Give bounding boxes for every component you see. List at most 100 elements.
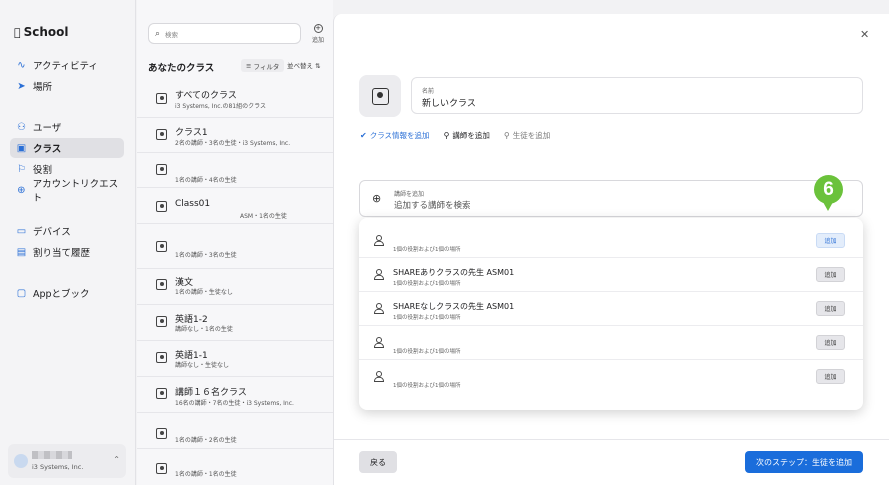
sidebar-item-apps-books[interactable]: ▢ Appとブック: [10, 283, 124, 303]
add-teacher-button[interactable]: 追加: [816, 301, 845, 316]
class-name: すべてのクラス: [175, 91, 237, 101]
plus-icon: +: [313, 24, 323, 33]
step-label: 講師を追加: [452, 131, 490, 140]
class-icon: [156, 93, 167, 104]
person-icon: [373, 337, 385, 348]
list-item[interactable]: 1名の講師・4名の生徒: [137, 153, 333, 188]
step-label: 生徒を追加: [512, 131, 551, 140]
sidebar-item-users[interactable]: ⚇ ユーザ: [10, 117, 124, 137]
account-org: i3 Systems, Inc.: [32, 463, 84, 471]
list-item[interactable]: 1名の講師・2名の生徒: [137, 413, 333, 449]
sort-button[interactable]: 並べ替え ⇅: [287, 60, 321, 70]
teacher-search-input[interactable]: ⊕ 講師を追加 追加する講師を検索: [359, 180, 863, 217]
next-step-button[interactable]: 次のステップ：生徒を追加: [745, 451, 863, 473]
add-teacher-button[interactable]: 追加: [816, 233, 845, 248]
add-class-button[interactable]: + 追加: [309, 24, 327, 44]
sidebar-item-account-requests[interactable]: ⊕ アカウントリクエスト: [10, 179, 124, 204]
person-icon: [373, 269, 385, 280]
sidebar-item-devices[interactable]: ▭ デバイス: [10, 221, 124, 241]
class-icon: [156, 164, 167, 175]
class-name-label: 名前: [422, 88, 435, 95]
class-meta: 1名の講師・1名の生徒: [175, 471, 237, 478]
laptop-icon: ▭: [16, 225, 27, 237]
class-list-title: あなたのクラス: [148, 63, 215, 74]
close-icon[interactable]: ✕: [860, 28, 869, 41]
add-teacher-button[interactable]: 追加: [816, 267, 845, 282]
flag-icon: ⚐: [17, 163, 26, 175]
sidebar-item-locations[interactable]: ➤ 場所: [10, 76, 124, 96]
class-icon: [156, 352, 167, 363]
teacher-name: SHAREありクラスの先生 ASM01: [393, 268, 515, 277]
account-switcher[interactable]: i3 Systems, Inc. ⌃: [8, 444, 126, 478]
class-meta: 2名の講師・3名の生徒・i3 Systems, Inc.: [175, 140, 291, 147]
class-name-field[interactable]: 名前 新しいクラス: [411, 77, 863, 114]
class-name: クラス1: [175, 128, 208, 138]
list-item[interactable]: 1名の講師・1名の生徒: [137, 449, 333, 485]
sidebar-item-label: ユーザ: [33, 123, 62, 134]
class-name-value: 新しいクラス: [422, 99, 476, 109]
search-placeholder: 検索: [165, 30, 179, 39]
teacher-meta: 1個の役割および1個の場所: [393, 315, 461, 321]
person-icon: [373, 235, 385, 246]
history-icon: ▤: [16, 246, 27, 258]
sidebar-item-label: アカウントリクエスト: [32, 179, 119, 204]
class-badge-icon: [371, 87, 389, 105]
sidebar-item-label: Appとブック: [33, 289, 90, 300]
sidebar-item-label: デバイス: [33, 227, 71, 238]
step-add-teachers[interactable]: ⚲ 講師を追加: [444, 130, 490, 141]
bottom-strip: [0, 485, 889, 500]
list-item[interactable]: 英語1-1 講師なし・生徒なし: [137, 341, 333, 377]
person-icon: ⚲: [503, 131, 510, 140]
teacher-result-row[interactable]: 1個の役割および1個の場所 追加: [359, 326, 863, 360]
class-meta: 1名の講師・4名の生徒: [175, 177, 237, 184]
chevron-updown-icon: ⌃: [113, 455, 120, 464]
location-arrow-icon: ➤: [17, 80, 26, 92]
teacher-result-row[interactable]: 1個の役割および1個の場所 追加: [359, 360, 863, 394]
sidebar:  School ∿ アクティビティ ➤ 場所 ⚇ ユーザ ▣ クラス ⚐ 役割…: [0, 0, 136, 485]
new-class-panel: ✕ 名前 新しいクラス ✔ クラス情報を追加 ⚲ 講師を追加 ⚲ 生徒を追加 ⊕…: [333, 14, 889, 485]
teacher-search-placeholder: 追加する講師を検索: [394, 201, 471, 211]
add-search-icon: ⊕: [372, 192, 382, 205]
teacher-name: SHAREなしクラスの先生 ASM01: [393, 302, 515, 311]
teacher-results-dropdown: 1個の役割および1個の場所 追加 SHAREありクラスの先生 ASM01 1個の…: [359, 218, 863, 410]
teacher-meta: 1個の役割および1個の場所: [393, 383, 461, 389]
step-callout-badge: 6: [814, 175, 843, 204]
class-avatar[interactable]: [359, 75, 401, 117]
class-icon: [156, 463, 167, 474]
add-teacher-button[interactable]: 追加: [816, 369, 845, 384]
teacher-result-row[interactable]: 1個の役割および1個の場所 追加: [359, 224, 863, 258]
sidebar-item-label: 割り当て履歴: [33, 248, 91, 259]
teacher-meta: 1個の役割および1個の場所: [393, 247, 461, 253]
sidebar-item-label: 場所: [33, 82, 53, 93]
list-item[interactable]: 1名の講師・3名の生徒: [137, 224, 333, 269]
sidebar-item-assignment-history[interactable]: ▤ 割り当て履歴: [10, 242, 124, 262]
class-icon: [156, 129, 167, 140]
class-meta: 16名の講師・7名の生徒・i3 Systems, Inc.: [175, 400, 294, 407]
class-meta: 1名の講師・2名の生徒: [175, 437, 237, 444]
footer-divider: [334, 439, 889, 440]
sidebar-item-activity[interactable]: ∿ アクティビティ: [10, 55, 124, 75]
step-add-students[interactable]: ⚲ 生徒を追加: [504, 130, 550, 141]
class-search-input[interactable]: ⌕ 検索: [148, 23, 301, 44]
sidebar-item-classes[interactable]: ▣ クラス: [10, 138, 124, 158]
class-icon: [156, 279, 167, 290]
avatar: [14, 454, 28, 468]
back-button[interactable]: 戻る: [359, 451, 397, 473]
class-icon: [156, 241, 167, 252]
teacher-result-row[interactable]: SHAREありクラスの先生 ASM01 1個の役割および1個の場所 追加: [359, 258, 863, 292]
class-meta: 講師なし・生徒なし: [175, 362, 230, 369]
activity-icon: ∿: [17, 59, 26, 71]
list-item[interactable]: 漢文 1名の講師・生徒なし: [137, 269, 333, 305]
filter-button[interactable]: ≡ フィルタ: [241, 59, 285, 72]
list-item[interactable]: 講師１６名クラス 16名の講師・7名の生徒・i3 Systems, Inc.: [137, 377, 333, 413]
list-item[interactable]: 英語1-2 講師なし・1名の生徒: [137, 305, 333, 341]
step-class-info[interactable]: ✔ クラス情報を追加: [360, 130, 430, 141]
search-icon: ⌕: [155, 28, 161, 39]
class-meta: 1名の講師・生徒なし: [175, 289, 233, 296]
teacher-result-row[interactable]: SHAREなしクラスの先生 ASM01 1個の役割および1個の場所 追加: [359, 292, 863, 326]
add-teacher-button[interactable]: 追加: [816, 335, 845, 350]
list-item[interactable]: クラス1 2名の講師・3名の生徒・i3 Systems, Inc.: [137, 118, 333, 153]
list-item[interactable]: Class01 ASM・1名の生徒: [137, 188, 333, 224]
class-list-pane: ⌕ 検索 + 追加 あなたのクラス ≡ フィルタ 並べ替え ⇅ すべてのクラス …: [137, 0, 333, 485]
list-item[interactable]: すべてのクラス i3 Systems, Inc.の81組のクラス: [137, 82, 333, 118]
